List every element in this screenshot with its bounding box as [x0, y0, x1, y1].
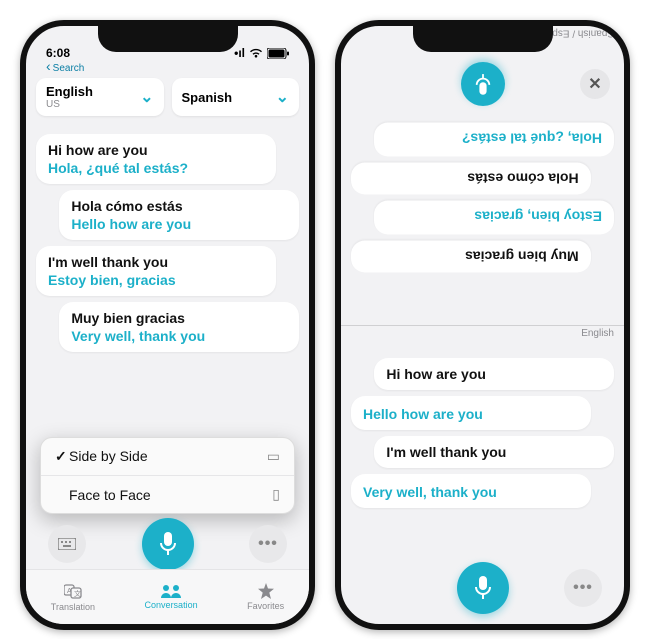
phone-right: ✕ Muy bien gracias Estoy bien, gracias H…	[335, 20, 630, 630]
microphone-button[interactable]	[142, 518, 194, 570]
svg-text:A: A	[67, 588, 72, 595]
tab-translation[interactable]: A文 Translation	[51, 582, 95, 612]
notch	[98, 26, 238, 52]
message-bubble[interactable]: I'm well thank you	[374, 436, 614, 468]
microphone-button-top[interactable]	[461, 62, 505, 106]
translated-text: Estoy bien, gracias	[48, 272, 264, 288]
battery-icon	[267, 48, 289, 59]
original-text: Hi how are you	[48, 142, 264, 158]
source-lang-name: English	[46, 84, 93, 99]
wifi-icon	[249, 48, 263, 58]
star-icon	[258, 583, 274, 599]
more-button[interactable]: •••	[249, 525, 287, 563]
microphone-button-bottom[interactable]	[457, 562, 509, 614]
close-button[interactable]: ✕	[580, 69, 610, 99]
face-to-face-icon: ▯	[272, 486, 280, 503]
source-lang-region: US	[46, 99, 93, 110]
tab-bar: A文 Translation Conversation Favorites	[26, 569, 309, 624]
chevron-down-icon: ⌄	[276, 87, 289, 107]
conversation-list: Hi how are you Hola, ¿qué tal estás? Hol…	[26, 124, 309, 362]
target-language-button[interactable]: Spanish ⌄	[172, 78, 300, 116]
view-mode-popup: ✓Side by Side ▭ Face to Face ▯	[40, 437, 295, 514]
translated-text: Hola, ¿qué tal estás?	[48, 160, 264, 176]
message-bubble[interactable]: Hi how are you	[374, 358, 614, 390]
conversation-icon	[161, 584, 181, 598]
message-bubble[interactable]: Muy bien gracias Very well, thank you	[59, 302, 299, 352]
original-text: I'm well thank you	[48, 254, 264, 270]
message-bubble[interactable]: Muy bien gracias	[351, 241, 591, 273]
message-bubble[interactable]: Hola cómo estás	[351, 163, 591, 195]
face-to-face-bottom-controls: •••	[341, 562, 624, 614]
phone-left: 6:08 •ıl Search English US ⌄ Spanish ⌄	[20, 20, 315, 630]
message-bubble[interactable]: Estoy bien, gracias	[374, 201, 614, 235]
tab-favorites[interactable]: Favorites	[247, 583, 284, 611]
language-selector-row: English US ⌄ Spanish ⌄	[26, 74, 309, 124]
face-to-face-body: Muy bien gracias Estoy bien, gracias Hol…	[341, 26, 624, 624]
original-text: Muy bien gracias	[71, 310, 287, 326]
tab-label: Conversation	[145, 600, 198, 610]
tab-conversation[interactable]: Conversation	[145, 584, 198, 610]
face-to-face-top-controls: ✕	[341, 62, 624, 106]
message-bubble[interactable]: Hello how are you	[351, 396, 591, 430]
source-language-button[interactable]: English US ⌄	[36, 78, 164, 116]
side-by-side-icon: ▭	[267, 448, 280, 465]
popup-item-face-to-face[interactable]: Face to Face ▯	[41, 475, 294, 513]
popup-item-side-by-side[interactable]: ✓Side by Side ▭	[41, 438, 294, 475]
cell-signal-icon: •ıl	[234, 46, 245, 60]
message-bubble[interactable]: I'm well thank you Estoy bien, gracias	[36, 246, 276, 296]
message-bubble[interactable]: Hi how are you Hola, ¿qué tal estás?	[36, 134, 276, 184]
keyboard-button[interactable]	[48, 525, 86, 563]
target-lang-name: Spanish	[182, 90, 233, 105]
tab-label: Translation	[51, 602, 95, 612]
bottom-language-label: English	[581, 328, 614, 339]
message-bubble[interactable]: Very well, thank you	[351, 474, 591, 508]
notch	[413, 26, 553, 52]
more-button[interactable]: •••	[564, 569, 602, 607]
back-search-link[interactable]: Search	[26, 58, 309, 74]
svg-text:文: 文	[74, 589, 81, 598]
chevron-down-icon: ⌄	[140, 87, 153, 107]
translated-text: Very well, thank you	[71, 328, 287, 344]
translated-text: Hello how are you	[71, 216, 287, 232]
bottom-controls: •••	[26, 518, 309, 570]
checkmark-icon: ✓	[55, 448, 69, 465]
translation-icon: A文	[64, 582, 82, 600]
message-bubble[interactable]: Hola cómo estás Hello how are you	[59, 190, 299, 240]
message-bubble[interactable]: Hola, ¿qué tal estás?	[374, 123, 614, 157]
tab-label: Favorites	[247, 601, 284, 611]
original-text: Hola cómo estás	[71, 198, 287, 214]
